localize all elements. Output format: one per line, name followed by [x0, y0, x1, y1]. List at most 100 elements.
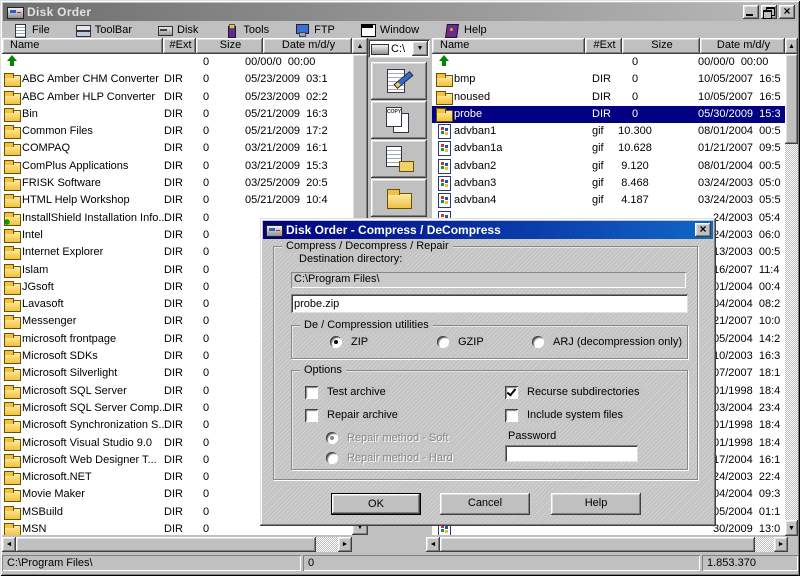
test-archive-box[interactable]: [305, 386, 318, 399]
folder-icon: [4, 470, 20, 484]
left-hscroll-left-button[interactable]: ◄: [2, 537, 16, 552]
menu-item-ftp[interactable]: FTP: [290, 23, 340, 37]
file-row[interactable]: 0 00/00/0 00:00: [2, 54, 352, 71]
tb-edit-icon: [384, 68, 414, 94]
menu-item-file[interactable]: File: [8, 23, 55, 37]
folder-icon: [4, 314, 20, 328]
left-scrollbar-thumb[interactable]: [352, 54, 368, 224]
menu-item-window[interactable]: Window: [356, 23, 424, 37]
arj-radio-circle[interactable]: [532, 336, 544, 348]
recurse-subdirectories-checkbox[interactable]: Recurse subdirectories: [505, 385, 643, 399]
drive-dropdown-button[interactable]: ▼: [412, 41, 428, 56]
folder-shared-icon: [4, 211, 20, 225]
file-row[interactable]: noused DIR 0 10/05/2007 16:5: [432, 89, 785, 106]
folder-icon: [4, 418, 20, 432]
file-row[interactable]: advban3 gif 8.468 03/24/2003 05:0: [432, 175, 785, 192]
folder-icon: [4, 107, 20, 121]
gif-icon: [436, 159, 452, 173]
right-scrollbar-thumb[interactable]: [785, 54, 798, 144]
toolbar-button-copy[interactable]: [371, 101, 427, 139]
menu-item-toolbar[interactable]: ToolBar: [71, 23, 137, 37]
group-options-legend: Options: [300, 364, 346, 377]
gzip-radio-circle[interactable]: [437, 336, 449, 348]
file-row[interactable]: FRISK Software DIR 0 03/25/2009 20:5: [2, 175, 352, 192]
zip-radio[interactable]: ZIP: [330, 335, 371, 349]
right-vertical-scrollbar[interactable]: [785, 54, 798, 520]
close-button[interactable]: ×: [779, 5, 795, 19]
menu-item-help[interactable]: Help: [440, 23, 492, 37]
include-system-files-box[interactable]: [505, 409, 518, 422]
column-header[interactable]: Name: [432, 38, 585, 54]
toolbar-button-new-folder[interactable]: [371, 179, 427, 217]
right-hscrollbar-thumb[interactable]: [440, 537, 755, 552]
folder-icon: [4, 436, 20, 450]
drive-selector[interactable]: C:\ ▼: [368, 39, 430, 58]
file-row[interactable]: ComPlus Applications DIR 0 03/21/2009 15…: [2, 158, 352, 175]
title-bar[interactable]: Disk Order ×: [3, 3, 797, 21]
right-horizontal-scrollbar[interactable]: ◄ ►: [426, 537, 788, 552]
left-hscroll-right-button[interactable]: ►: [338, 537, 352, 552]
folder-icon: [4, 522, 20, 535]
file-row[interactable]: 0 00/00/0 00:00: [432, 54, 785, 71]
column-header[interactable]: Size: [622, 38, 700, 54]
right-hscroll-left-button[interactable]: ◄: [426, 537, 440, 552]
menu-item-tools[interactable]: Tools: [219, 23, 274, 37]
test-archive-checkbox[interactable]: Test archive: [305, 385, 389, 399]
file-row[interactable]: ABC Amber HLP Converter DIR 0 05/23/2009…: [2, 89, 352, 106]
file-row[interactable]: ABC Amber CHM Converter DIR 0 05/23/2009…: [2, 71, 352, 88]
file-row[interactable]: advban4 gif 4.187 03/24/2003 05:5: [432, 192, 785, 209]
column-header[interactable]: Name: [2, 38, 163, 54]
password-input[interactable]: [505, 445, 638, 462]
status-total-size: 1.853.370: [702, 555, 798, 571]
file-row[interactable]: bmp DIR 0 10/05/2007 16:5: [432, 71, 785, 88]
column-header[interactable]: #Ext: [585, 38, 622, 54]
left-scroll-up-button[interactable]: ▲: [352, 38, 368, 54]
ok-button[interactable]: OK: [331, 493, 421, 515]
column-header[interactable]: Size: [196, 38, 263, 54]
repair-archive-box[interactable]: [305, 409, 318, 422]
toolbar-button-edit[interactable]: [371, 62, 427, 100]
dialog-title-bar[interactable]: Disk Order - Compress / DeCompress ×: [263, 221, 713, 239]
left-horizontal-scrollbar[interactable]: ◄ ►: [2, 537, 352, 552]
column-header[interactable]: #Ext: [163, 38, 196, 54]
repair-method-soft-radio: Repair method - Soft: [326, 431, 452, 445]
dialog-body: Compress / Decompress / Repair Destinati…: [263, 239, 713, 523]
right-scroll-down-button[interactable]: ▼: [785, 520, 798, 536]
dialog-close-icon[interactable]: ×: [695, 223, 711, 237]
minimize-button[interactable]: [743, 5, 759, 19]
repair-archive-checkbox[interactable]: Repair archive: [305, 408, 401, 422]
file-row[interactable]: Common Files DIR 0 05/21/2009 17:2: [2, 123, 352, 140]
menu-item-disk[interactable]: Disk: [153, 23, 203, 37]
m-tools-icon: [224, 24, 238, 36]
file-row[interactable]: advban2 gif 9.120 08/01/2004 00:5: [432, 158, 785, 175]
column-header[interactable]: Date m/d/y: [700, 38, 785, 54]
file-row[interactable]: COMPAQ DIR 0 03/21/2009 16:1: [2, 140, 352, 157]
destination-path-display: C:\Program Files\: [291, 272, 686, 288]
left-hscrollbar-thumb[interactable]: [16, 537, 316, 552]
right-hscroll-right-button[interactable]: ►: [774, 537, 788, 552]
help-button[interactable]: Help: [551, 493, 641, 515]
toolbar-button-move[interactable]: [371, 140, 427, 178]
m-file-icon: [13, 24, 27, 36]
file-row[interactable]: probe DIR 0 05/30/2009 15:3: [432, 106, 785, 123]
file-row[interactable]: advban1 gif 10.300 08/01/2004 00:5: [432, 123, 785, 140]
zip-radio-circle[interactable]: [330, 336, 342, 348]
file-row[interactable]: advban1a gif 10.628 01/21/2007 09:5: [432, 140, 785, 157]
gif-icon: [436, 124, 452, 138]
group-utils-legend: De / Compression utilities: [300, 319, 433, 332]
folder-icon: [4, 193, 20, 207]
restore-button[interactable]: [761, 5, 777, 19]
file-row[interactable]: Bin DIR 0 05/21/2009 16:3: [2, 106, 352, 123]
cancel-button[interactable]: Cancel: [440, 493, 530, 515]
archive-filename-input[interactable]: [291, 294, 688, 313]
include-system-files-checkbox[interactable]: Include system files: [505, 408, 626, 422]
file-row[interactable]: HTML Help Workshop DIR 0 05/21/2009 10:4: [2, 192, 352, 209]
column-header[interactable]: Date m/d/y: [263, 38, 352, 54]
gzip-radio[interactable]: GZIP: [437, 335, 487, 349]
app-icon: [7, 6, 23, 19]
folder-icon: [4, 401, 20, 415]
right-scroll-up-button[interactable]: ▲: [785, 38, 798, 54]
arj-radio[interactable]: ARJ (decompression only): [532, 335, 685, 349]
gif-icon: [436, 141, 452, 155]
recurse-subdirectories-box[interactable]: [505, 386, 518, 399]
